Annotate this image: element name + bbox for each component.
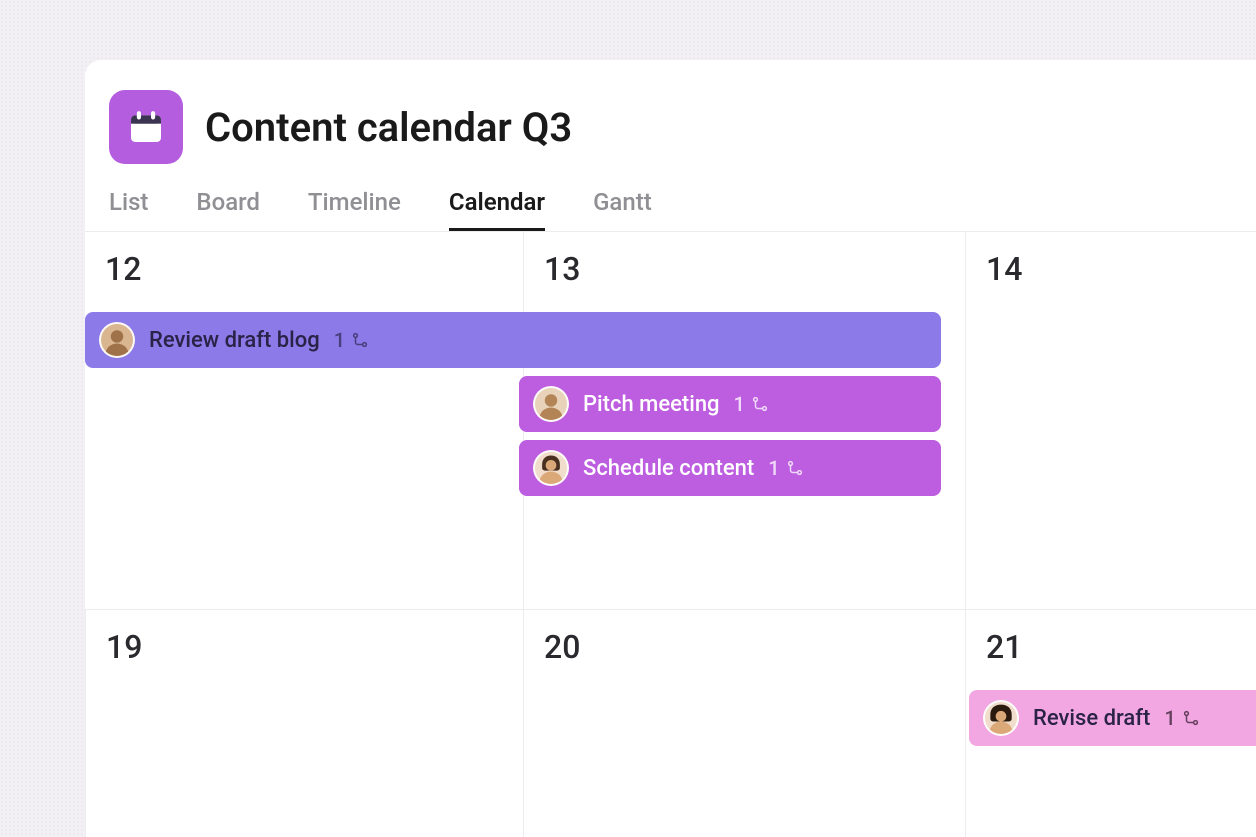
day-number: 20	[544, 628, 945, 666]
subtask-icon	[786, 459, 804, 477]
tab-gantt[interactable]: Gantt	[593, 188, 652, 231]
subtask-count: 1	[334, 328, 369, 352]
calendar-app-icon	[109, 90, 183, 164]
day-number: 19	[106, 628, 503, 666]
event-title: Review draft blog	[149, 328, 320, 353]
event-schedule-content[interactable]: Schedule content 1	[519, 440, 941, 496]
event-title: Pitch meeting	[583, 392, 720, 417]
day-number: 14	[986, 250, 1256, 288]
event-pitch-meeting[interactable]: Pitch meeting 1	[519, 376, 941, 432]
tab-calendar[interactable]: Calendar	[449, 188, 545, 231]
subtask-count: 1	[1164, 706, 1199, 730]
subtask-icon	[351, 331, 369, 349]
day-number: 13	[544, 250, 945, 288]
day-number: 21	[986, 628, 1256, 666]
subtask-count: 1	[734, 392, 769, 416]
event-title: Revise draft	[1033, 706, 1150, 731]
calendar-cell[interactable]: 20	[523, 610, 965, 837]
tab-timeline[interactable]: Timeline	[308, 188, 401, 231]
calendar-panel: Content calendar Q3 List Board Timeline …	[85, 60, 1256, 837]
view-tabs: List Board Timeline Calendar Gantt	[85, 164, 1256, 232]
avatar	[533, 386, 569, 422]
calendar-cell[interactable]: 12	[85, 232, 523, 610]
calendar-cell[interactable]: 14	[965, 232, 1256, 610]
subtask-icon	[751, 395, 769, 413]
event-review-draft-blog[interactable]: Review draft blog 1	[85, 312, 941, 368]
tab-list[interactable]: List	[109, 188, 148, 231]
header: Content calendar Q3	[85, 60, 1256, 164]
calendar-cell[interactable]: 19	[85, 610, 523, 837]
subtask-count: 1	[768, 456, 803, 480]
calendar-grid: 12 13 14 19 20 21 Review draft blog 1	[85, 232, 1256, 809]
day-number: 12	[105, 250, 503, 288]
page-title: Content calendar Q3	[205, 104, 572, 151]
subtask-icon	[1182, 709, 1200, 727]
avatar	[983, 700, 1019, 736]
avatar	[99, 322, 135, 358]
avatar	[533, 450, 569, 486]
tab-board[interactable]: Board	[196, 188, 260, 231]
event-revise-draft[interactable]: Revise draft 1	[969, 690, 1256, 746]
event-title: Schedule content	[583, 456, 754, 481]
